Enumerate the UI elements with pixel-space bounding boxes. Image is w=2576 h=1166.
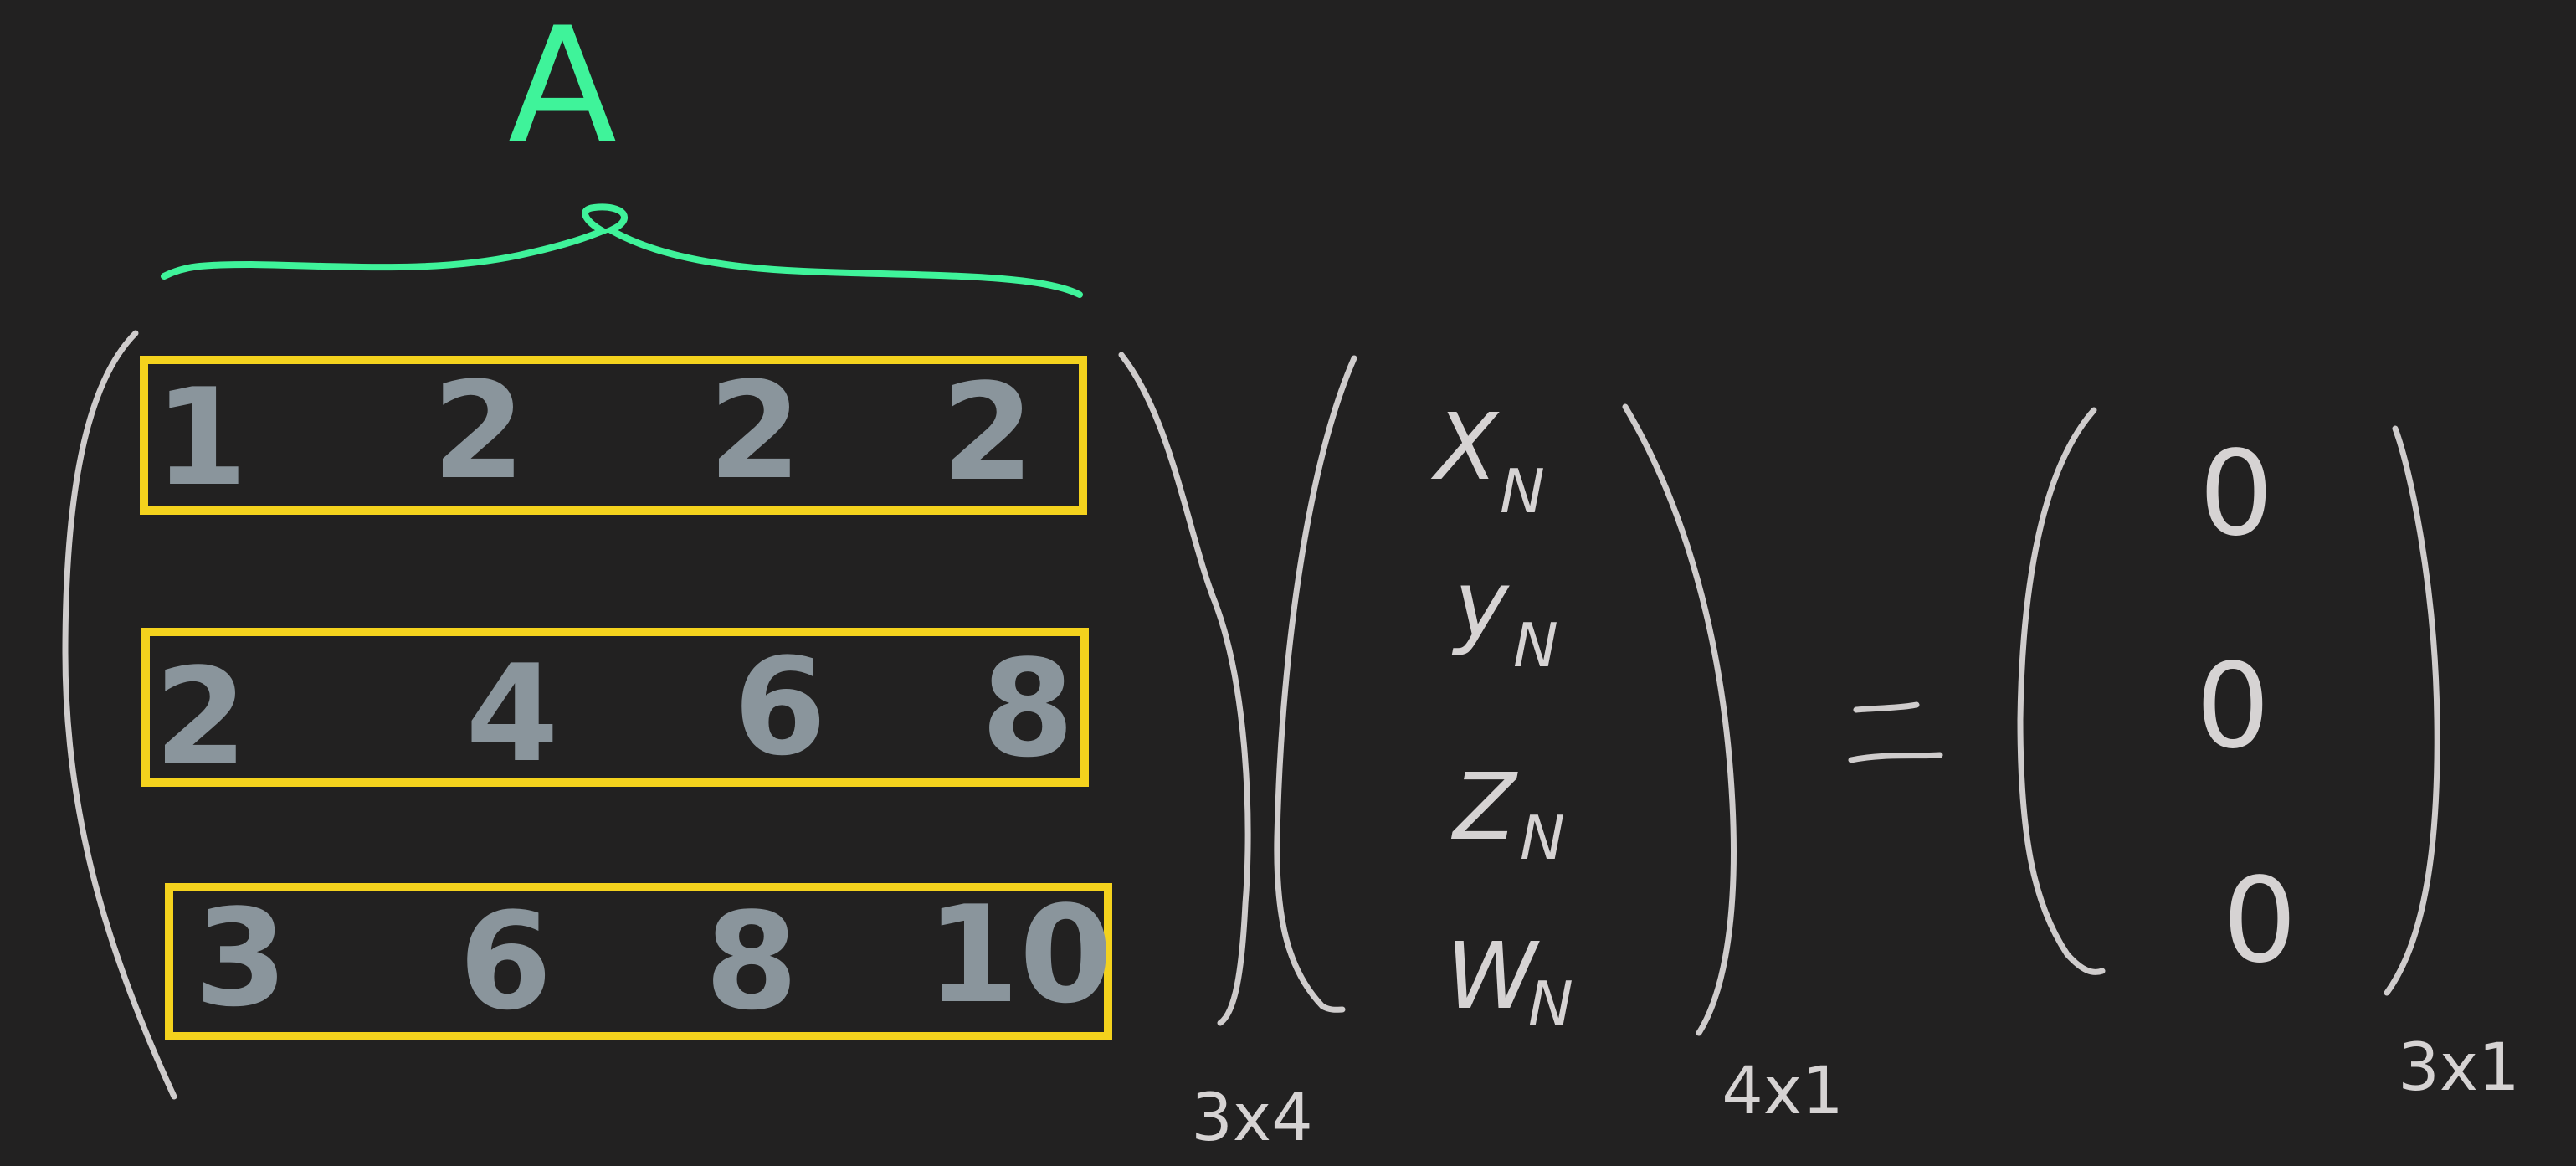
- matrix-entry: 4: [465, 635, 558, 792]
- vector-entry-y: y N: [1451, 551, 1557, 681]
- matrix-entry: 3: [194, 880, 287, 1036]
- matrix-entry: 2: [708, 352, 801, 509]
- result-dimension-label: 3x1: [2398, 1030, 2519, 1106]
- result-entry: 0: [2195, 639, 2270, 775]
- result-right-paren: [2384, 425, 2440, 996]
- matrix-entry: 10: [926, 876, 1113, 1033]
- matrix-row-1: 1 2 2 2: [154, 352, 1034, 516]
- vector-variable: y: [1451, 551, 1510, 658]
- whiteboard-canvas: A 1 2 2 2 2 4 6 8 3 6 8 10 3x4 X N y N Z…: [0, 0, 2576, 1166]
- matrix-right-paren: [1118, 352, 1251, 1026]
- matrix-entry: 6: [733, 629, 826, 785]
- matrix-entry: 2: [941, 354, 1034, 511]
- vector-subscript: N: [1500, 456, 1545, 526]
- vector-dimension-label: 4x1: [1722, 1054, 1843, 1129]
- matrix-dimension-label: 3x4: [1191, 1081, 1312, 1156]
- matrix-entry: 6: [459, 883, 552, 1040]
- matrix-row-2: 2 4 6 8: [154, 629, 1074, 795]
- matrix-entry: 2: [154, 639, 247, 795]
- vector-subscript: N: [1528, 968, 1573, 1039]
- matrix-row-3: 3 6 8 10: [194, 876, 1112, 1040]
- vector-entry-z: Z N: [1450, 753, 1565, 873]
- equals-sign: [1848, 701, 1943, 763]
- vector-subscript: N: [1520, 803, 1565, 873]
- vector-right-paren: [1622, 403, 1737, 1036]
- result-left-paren: [2017, 407, 2106, 975]
- equation-drawing: A 1 2 2 2 2 4 6 8 3 6 8 10 3x4 X N y N Z…: [62, 0, 2520, 1156]
- result-entry: 0: [2222, 853, 2296, 989]
- row-highlight-2: [141, 628, 1089, 787]
- vector-subscript: N: [1513, 610, 1558, 681]
- vector-entry-x: X N: [1430, 393, 1545, 526]
- matrix-entry: 1: [154, 359, 247, 516]
- vector-variable: X: [1430, 393, 1500, 501]
- result-entry: 0: [2199, 426, 2273, 562]
- matrix-entry: 2: [432, 352, 525, 509]
- vector-variable: Z: [1450, 753, 1518, 860]
- matrix-label-a: A: [508, 0, 617, 178]
- matrix-entry: 8: [705, 883, 798, 1040]
- matrix-entry: 8: [981, 630, 1074, 787]
- vector-left-paren: [1274, 355, 1357, 1013]
- vector-entry-w: W N: [1446, 922, 1573, 1039]
- matrix-brace: [161, 203, 1083, 298]
- vector-variable: W: [1446, 922, 1541, 1030]
